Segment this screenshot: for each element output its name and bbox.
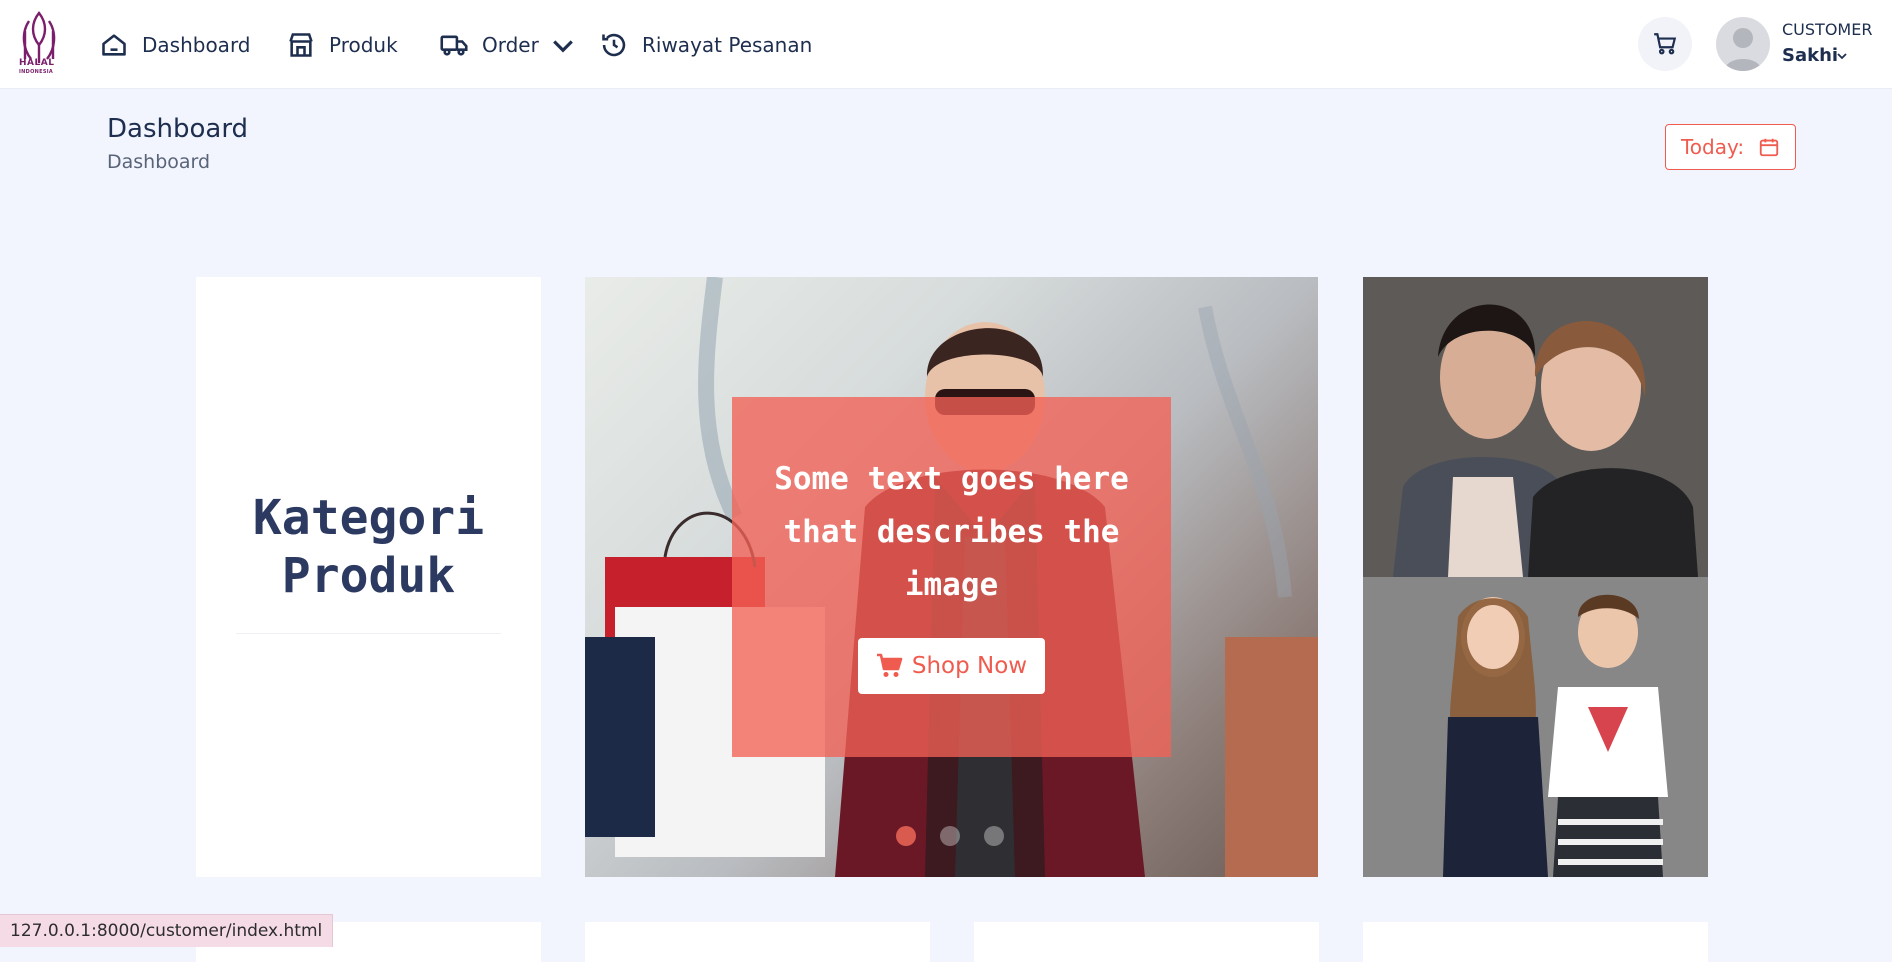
home-icon — [102, 33, 126, 56]
hero-carousel[interactable]: Some text goes here that describes the i… — [585, 277, 1318, 877]
avatar[interactable] — [1716, 17, 1770, 71]
user-name[interactable]: Sakhi — [1782, 45, 1838, 66]
nav-item-order[interactable]: Order — [440, 0, 577, 89]
shop-now-button[interactable]: Shop Now — [857, 637, 1046, 694]
logo-text-indonesia: INDONESIA — [19, 69, 54, 75]
hero-caption: Some text goes here that describes the i… — [774, 460, 1129, 603]
cart-icon — [876, 653, 903, 677]
women-fashion-photo — [1363, 277, 1708, 577]
nav-label-riwayat-pesanan: Riwayat Pesanan — [642, 32, 813, 57]
today-label: Today: — [1680, 135, 1745, 159]
today-date-button[interactable]: Today: — [1665, 124, 1796, 170]
product-card-4[interactable] — [1363, 922, 1708, 962]
truck-icon — [440, 35, 468, 56]
history-icon — [602, 33, 626, 56]
user-menu-chevron-icon[interactable] — [1836, 50, 1848, 62]
user-avatar-icon — [1724, 28, 1762, 71]
product-card-3[interactable] — [974, 922, 1319, 962]
carousel-indicators — [896, 826, 1004, 846]
category-card[interactable]: Kategori Produk — [196, 277, 541, 877]
top-navbar: HALAL INDONESIA Dashboard Produk Order R… — [0, 0, 1892, 89]
chevron-down-icon — [552, 39, 573, 52]
hero-caption-box: Some text goes here that describes the i… — [732, 397, 1171, 757]
carousel-dot-2[interactable] — [940, 826, 960, 846]
page-title: Dashboard — [107, 114, 249, 144]
category-card-title: Kategori Produk — [252, 490, 485, 604]
shop-now-label: Shop Now — [911, 652, 1028, 679]
logo-text-halal: HALAL — [19, 58, 55, 68]
store-icon — [289, 32, 313, 57]
user-role: CUSTOMER — [1782, 20, 1873, 39]
nav-label-order: Order — [482, 32, 539, 57]
promo-image-kids-fashion[interactable] — [1363, 577, 1708, 877]
carousel-dot-1[interactable] — [896, 826, 916, 846]
calendar-icon — [1759, 138, 1779, 157]
cart-icon — [1654, 33, 1677, 55]
cart-button[interactable] — [1638, 17, 1692, 71]
category-card-divider — [236, 633, 501, 634]
nav-label-dashboard: Dashboard — [142, 32, 251, 57]
status-bar-url: 127.0.0.1:8000/customer/index.html — [0, 914, 334, 947]
kids-fashion-photo — [1363, 577, 1708, 877]
nav-item-dashboard[interactable]: Dashboard — [100, 0, 251, 89]
carousel-dot-3[interactable] — [984, 826, 1004, 846]
nav-label-produk: Produk — [329, 32, 398, 57]
promo-image-women-fashion[interactable] — [1363, 277, 1708, 577]
breadcrumb[interactable]: Dashboard — [107, 151, 210, 173]
nav-item-produk[interactable]: Produk — [287, 0, 398, 89]
product-card-2[interactable] — [585, 922, 930, 962]
nav-item-riwayat-pesanan[interactable]: Riwayat Pesanan — [600, 0, 812, 89]
